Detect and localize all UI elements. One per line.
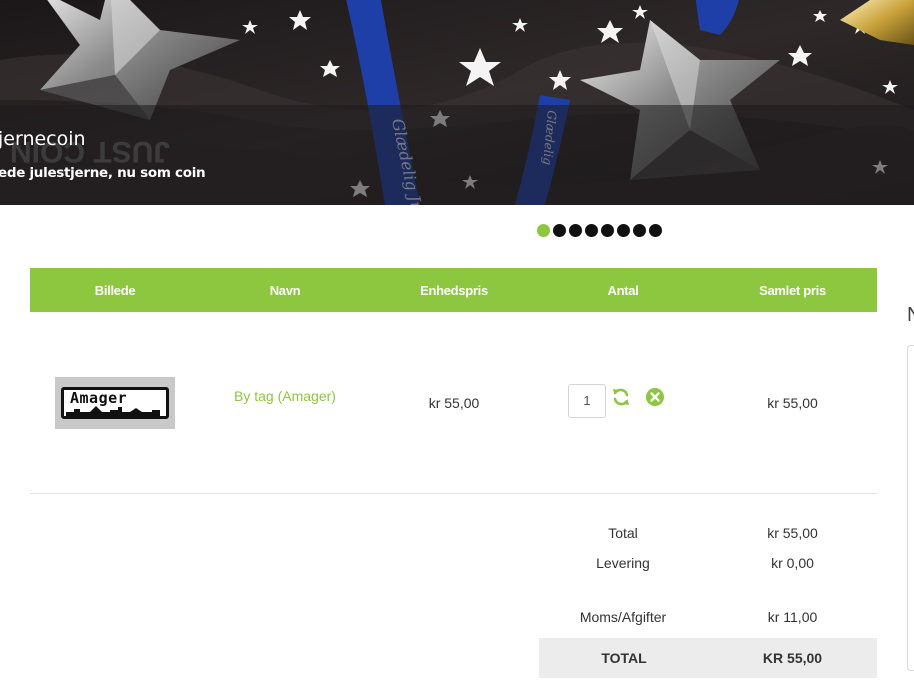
refresh-icon[interactable]: [610, 386, 632, 408]
total-label: Total: [608, 525, 638, 541]
product-thumbnail[interactable]: Amager: [55, 376, 175, 429]
cart-table-header: Billede Navn Enhedspris Antal Samlet pri…: [30, 268, 877, 312]
slider-dot-2[interactable]: [553, 224, 566, 237]
hero-banner: Glædelig Jul Glædelig JUST COIN jernecoi…: [0, 0, 914, 205]
total-value: kr 55,00: [767, 525, 818, 541]
header-quantity: Antal: [607, 282, 639, 298]
cell-name: By tag (Amager): [200, 388, 370, 404]
product-name-link[interactable]: By tag (Amager): [234, 388, 336, 404]
slider-dot-7[interactable]: [633, 224, 646, 237]
slider-dot-1[interactable]: [537, 224, 550, 237]
header-name: Navn: [269, 282, 301, 298]
cell-quantity: [538, 383, 708, 418]
cell-unit-price: kr 55,00: [428, 394, 480, 411]
vat-value: kr 11,00: [767, 609, 818, 625]
amager-sign: Amager: [61, 386, 169, 419]
grand-total-row: TOTAL KR 55,00: [539, 638, 877, 678]
sidebar-panel: [907, 345, 914, 671]
grand-total-value: KR 55,00: [762, 650, 823, 666]
header-total-price: Samlet pris: [759, 282, 826, 298]
delivery-label: Levering: [596, 555, 650, 571]
cell-image: Amager: [30, 376, 200, 429]
cart-item-row: Amager By tag (Amager) kr 55,00 1 kr 55,…: [30, 312, 877, 494]
sidebar-heading: N: [907, 304, 914, 327]
header-image: Billede: [94, 282, 136, 298]
vat-label: Moms/Afgifter: [579, 609, 667, 625]
cell-total-price: kr 55,00: [767, 394, 818, 411]
header-unit-price: Enhedspris: [420, 282, 488, 298]
slider-dot-3[interactable]: [569, 224, 582, 237]
remove-icon[interactable]: [644, 386, 666, 408]
delivery-value: kr 0,00: [771, 555, 814, 571]
slider-dot-8[interactable]: [649, 224, 662, 237]
banner-caption-overlay: [0, 105, 914, 205]
banner-title: jernecoin: [0, 128, 86, 150]
grand-total-label: TOTAL: [601, 650, 647, 666]
city-silhouette-icon: [66, 405, 160, 416]
slider-pagination: [537, 224, 662, 237]
slider-dot-6[interactable]: [617, 224, 630, 237]
banner-subtitle: ede julestjerne, nu som coin: [0, 165, 206, 181]
quantity-input[interactable]: [568, 383, 606, 418]
slider-dot-4[interactable]: [585, 224, 598, 237]
slider-dot-5[interactable]: [601, 224, 614, 237]
